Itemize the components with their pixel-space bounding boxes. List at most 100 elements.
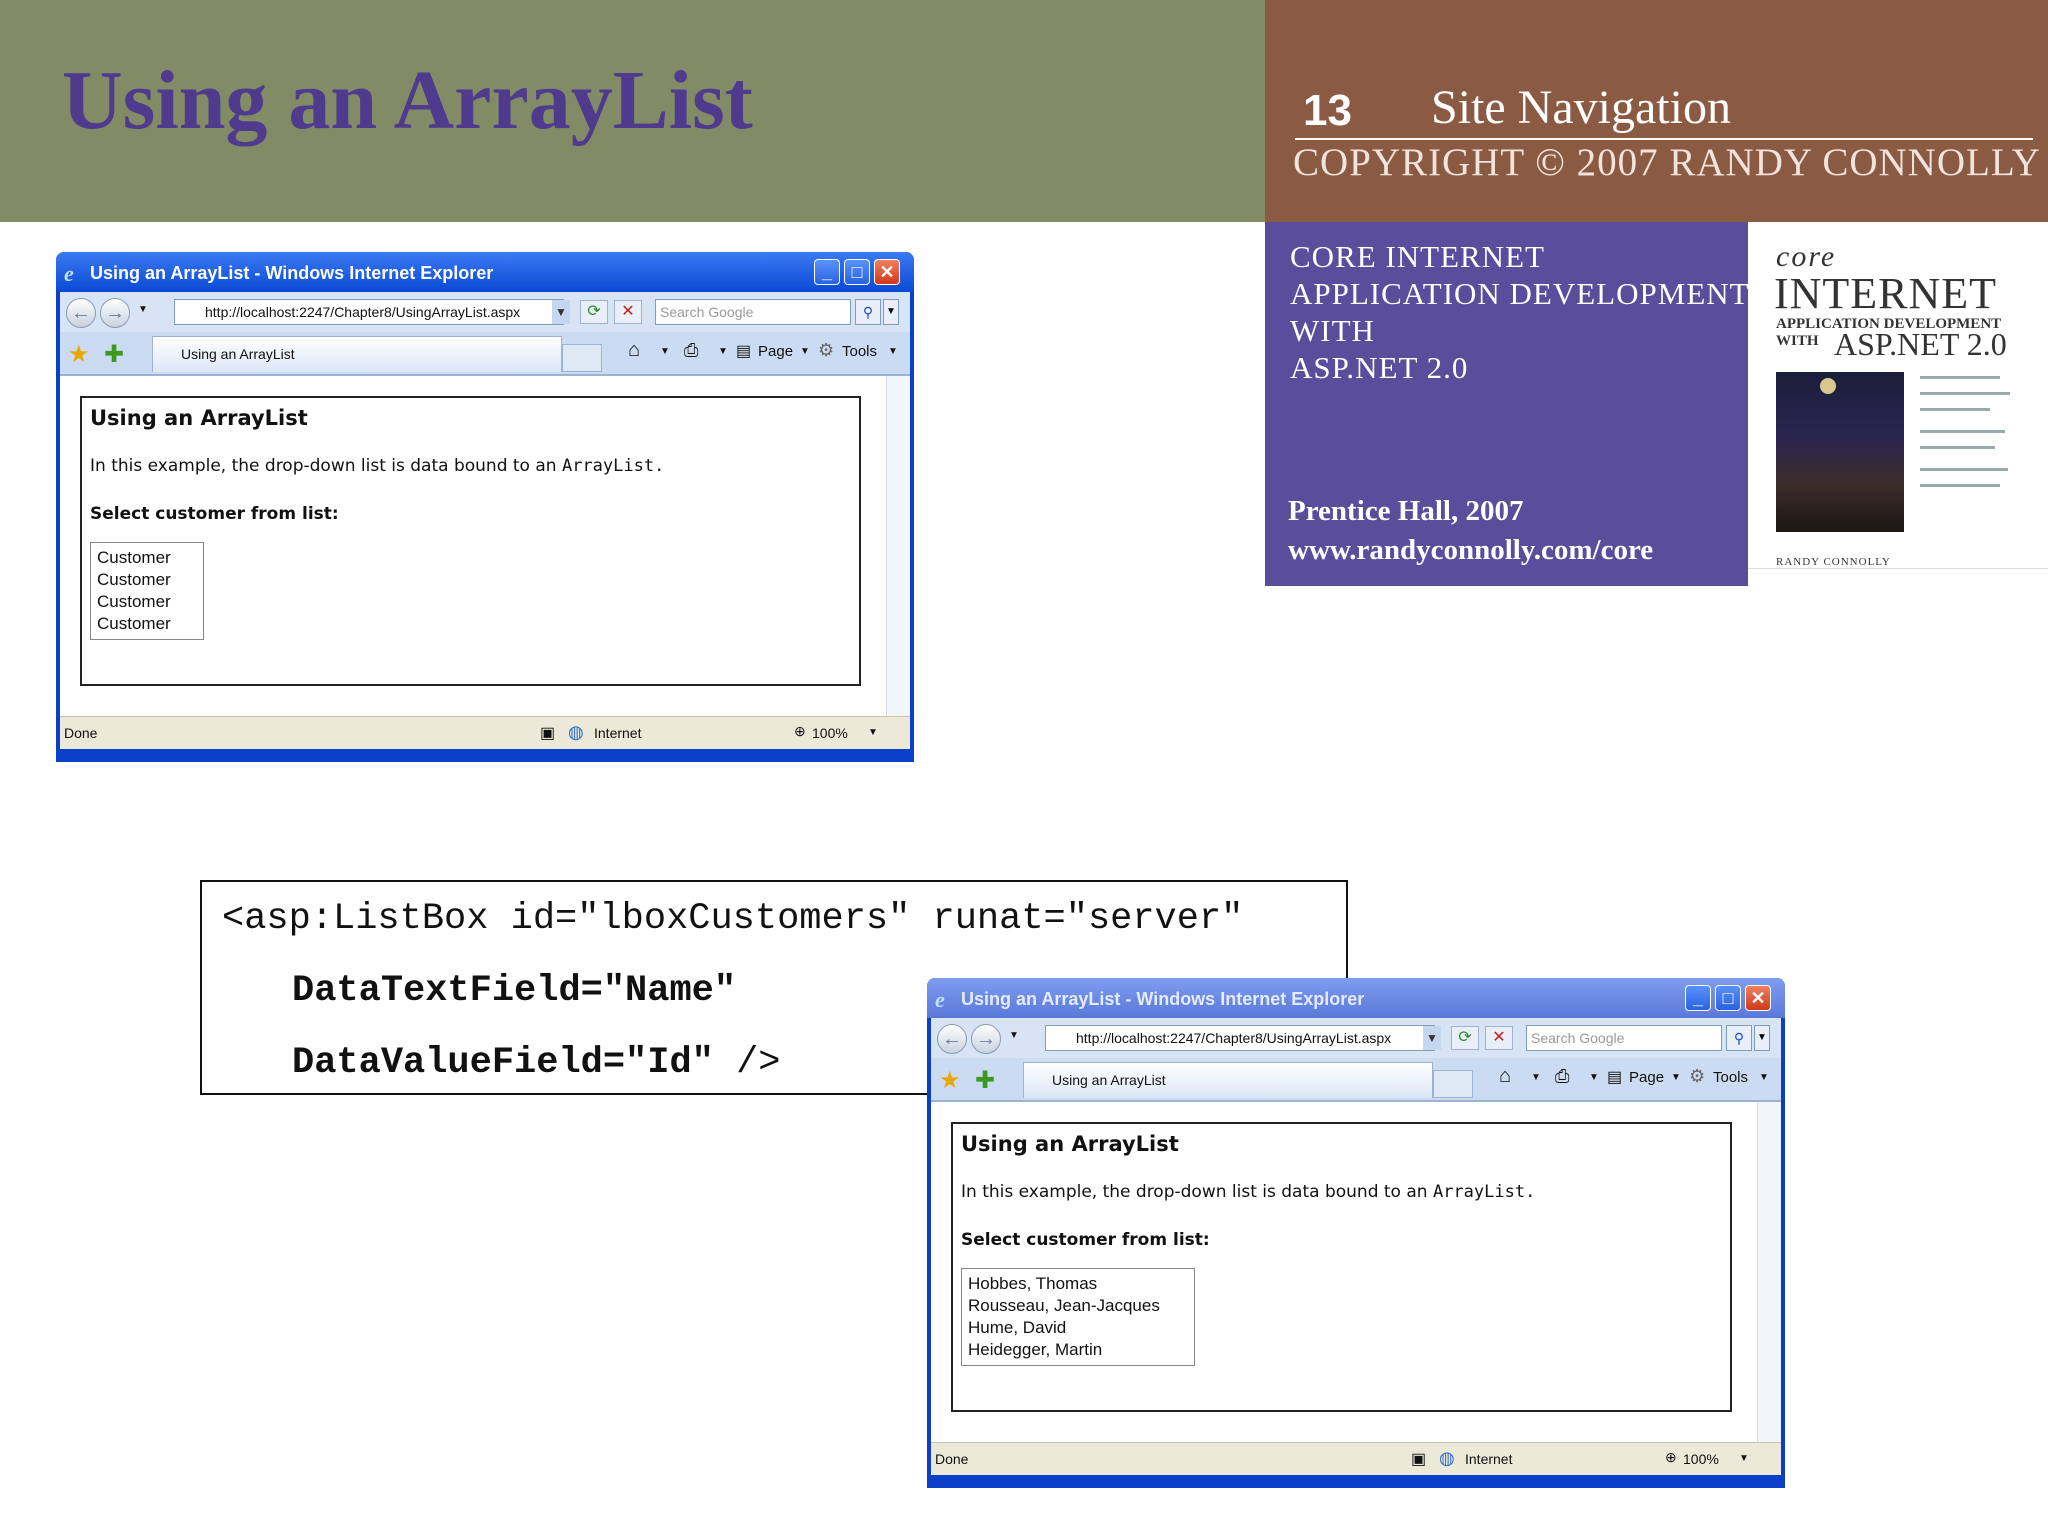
address-dropdown-icon[interactable]: ▼ — [552, 300, 570, 324]
search-icon[interactable]: ⚲ — [1726, 1025, 1752, 1051]
tools-menu[interactable]: Tools — [1713, 1069, 1748, 1086]
zoom-level[interactable]: 100% — [1683, 1451, 1719, 1467]
moon-icon — [1820, 378, 1836, 394]
status-text: Done — [64, 725, 98, 741]
browser-window-2: e Using an ArrayList - Windows Internet … — [927, 978, 1785, 1488]
zoom-dropdown-icon[interactable]: ▼ — [1739, 1453, 1749, 1464]
window-title: Using an ArrayList - Windows Internet Ex… — [90, 263, 494, 283]
close-button[interactable]: ✕ — [1745, 985, 1771, 1011]
code-line-3-attr: DataValueField="Id" — [292, 1042, 714, 1084]
title-bar[interactable]: e Using an ArrayList - Windows Internet … — [927, 978, 1785, 1018]
title-bar[interactable]: e Using an ArrayList - Windows Internet … — [56, 252, 914, 292]
print-dropdown-icon[interactable]: ▼ — [718, 346, 728, 357]
list-item[interactable]: Customer — [97, 569, 197, 591]
customer-listbox[interactable]: Customer Customer Customer Customer — [90, 542, 204, 640]
add-favorite-icon[interactable]: ✚ — [975, 1066, 995, 1095]
back-button[interactable]: ← — [937, 1024, 967, 1054]
book-series-line: APPLICATION DEVELOPMENT — [1290, 276, 1750, 311]
book-series-line: ASP.NET 2.0 — [1290, 350, 1469, 385]
stop-button[interactable]: ✕ — [1485, 1026, 1513, 1050]
new-tab-button[interactable] — [1433, 1070, 1473, 1098]
home-dropdown-icon[interactable]: ▼ — [660, 346, 670, 357]
forward-button[interactable]: → — [971, 1024, 1001, 1054]
search-options-icon[interactable]: ▼ — [883, 299, 899, 325]
address-bar[interactable]: http://localhost:2247/Chapter8/UsingArra… — [1045, 1025, 1435, 1051]
page-content: Using an ArrayList In this example, the … — [931, 1102, 1757, 1442]
list-item[interactable]: Customer — [97, 547, 197, 569]
security-icon: ▣ — [1411, 1451, 1427, 1468]
minimize-button[interactable]: _ — [1685, 985, 1711, 1011]
zoom-dropdown-icon[interactable]: ▼ — [868, 727, 878, 738]
tab-using-arraylist[interactable]: Using an ArrayList — [152, 336, 562, 372]
print-icon[interactable]: ⎙ — [684, 340, 698, 361]
list-item[interactable]: Rousseau, Jean-Jacques — [968, 1295, 1188, 1317]
page-dropdown-icon[interactable]: ▼ — [1671, 1072, 1681, 1083]
cover-text-line — [1920, 446, 1995, 449]
page-description: In this example, the drop-down list is d… — [90, 456, 664, 476]
book-series-title: CORE INTERNET APPLICATION DEVELOPMENT WI… — [1290, 238, 1750, 386]
customer-listbox[interactable]: Hobbes, Thomas Rousseau, Jean-Jacques Hu… — [961, 1268, 1195, 1366]
add-favorite-icon[interactable]: ✚ — [104, 340, 124, 369]
favorites-star-icon[interactable]: ★ — [939, 1066, 961, 1095]
search-options-icon[interactable]: ▼ — [1754, 1025, 1770, 1051]
back-button[interactable]: ← — [66, 298, 96, 328]
tab-toolbar: ★ ✚ e Using an ArrayList ⌂ ▼ ⎙ ▼ ▤ Page … — [931, 1058, 1781, 1102]
minimize-button[interactable]: _ — [814, 259, 840, 285]
slide-title: Using an ArrayList — [62, 54, 753, 147]
list-item[interactable]: Heidegger, Martin — [968, 1339, 1188, 1361]
book-series-line: WITH — [1290, 313, 1375, 348]
maximize-button[interactable]: □ — [844, 259, 870, 285]
search-icon[interactable]: ⚲ — [855, 299, 881, 325]
tab-using-arraylist[interactable]: Using an ArrayList — [1023, 1062, 1433, 1098]
close-button[interactable]: ✕ — [874, 259, 900, 285]
address-toolbar: ← → ▼ e http://localhost:2247/Chapter8/U… — [60, 292, 910, 332]
tools-menu[interactable]: Tools — [842, 343, 877, 360]
page-description-code: ArrayList. — [561, 456, 665, 476]
list-item[interactable]: Hobbes, Thomas — [968, 1273, 1188, 1295]
search-input[interactable]: Search Google — [1526, 1025, 1722, 1051]
page-description: In this example, the drop-down list is d… — [961, 1182, 1535, 1202]
home-icon[interactable]: ⌂ — [1499, 1065, 1511, 1088]
cover-text-line — [1920, 392, 2010, 395]
page-heading: Using an ArrayList — [90, 406, 308, 430]
new-tab-button[interactable] — [562, 344, 602, 372]
book-series-line: CORE INTERNET — [1290, 239, 1545, 274]
favorites-star-icon[interactable]: ★ — [68, 340, 90, 369]
page-menu[interactable]: Page — [1629, 1069, 1664, 1086]
cover-aspnet-text: ASP.NET 2.0 — [1834, 326, 2007, 362]
home-dropdown-icon[interactable]: ▼ — [1531, 1072, 1541, 1083]
list-item[interactable]: Customer — [97, 591, 197, 613]
page-border-box — [951, 1122, 1732, 1412]
page-dropdown-icon[interactable]: ▼ — [800, 346, 810, 357]
print-dropdown-icon[interactable]: ▼ — [1589, 1072, 1599, 1083]
refresh-button[interactable]: ⟳ — [580, 300, 608, 324]
security-zone: Internet — [1465, 1451, 1513, 1467]
stop-button[interactable]: ✕ — [614, 300, 642, 324]
list-item[interactable]: Hume, David — [968, 1317, 1188, 1339]
vertical-scrollbar[interactable] — [886, 376, 910, 716]
home-icon[interactable]: ⌂ — [628, 339, 640, 362]
history-dropdown-icon[interactable]: ▼ — [1009, 1030, 1019, 1041]
print-icon[interactable]: ⎙ — [1555, 1066, 1569, 1087]
globe-icon: ◍ — [1439, 1448, 1455, 1468]
page-description-text: In this example, the drop-down list is d… — [90, 456, 557, 476]
maximize-button[interactable]: □ — [1715, 985, 1741, 1011]
page-icon: ▤ — [1607, 1069, 1623, 1086]
page-border-box — [80, 396, 861, 686]
address-dropdown-icon[interactable]: ▼ — [1423, 1026, 1441, 1050]
address-toolbar: ← → ▼ e http://localhost:2247/Chapter8/U… — [931, 1018, 1781, 1058]
history-dropdown-icon[interactable]: ▼ — [138, 304, 148, 315]
search-input[interactable]: Search Google — [655, 299, 851, 325]
address-bar[interactable]: http://localhost:2247/Chapter8/UsingArra… — [174, 299, 564, 325]
zoom-level[interactable]: 100% — [812, 725, 848, 741]
tools-dropdown-icon[interactable]: ▼ — [888, 346, 898, 357]
status-bar: Done ▣ ◍ Internet ⊕ 100% ▼ — [931, 1442, 1781, 1475]
vertical-scrollbar[interactable] — [1757, 1102, 1781, 1442]
slide-section-title: Site Navigation — [1431, 81, 1731, 134]
page-menu[interactable]: Page — [758, 343, 793, 360]
tools-dropdown-icon[interactable]: ▼ — [1759, 1072, 1769, 1083]
page-content: Using an ArrayList In this example, the … — [60, 376, 886, 716]
list-item[interactable]: Customer — [97, 613, 197, 635]
refresh-button[interactable]: ⟳ — [1451, 1026, 1479, 1050]
forward-button[interactable]: → — [100, 298, 130, 328]
